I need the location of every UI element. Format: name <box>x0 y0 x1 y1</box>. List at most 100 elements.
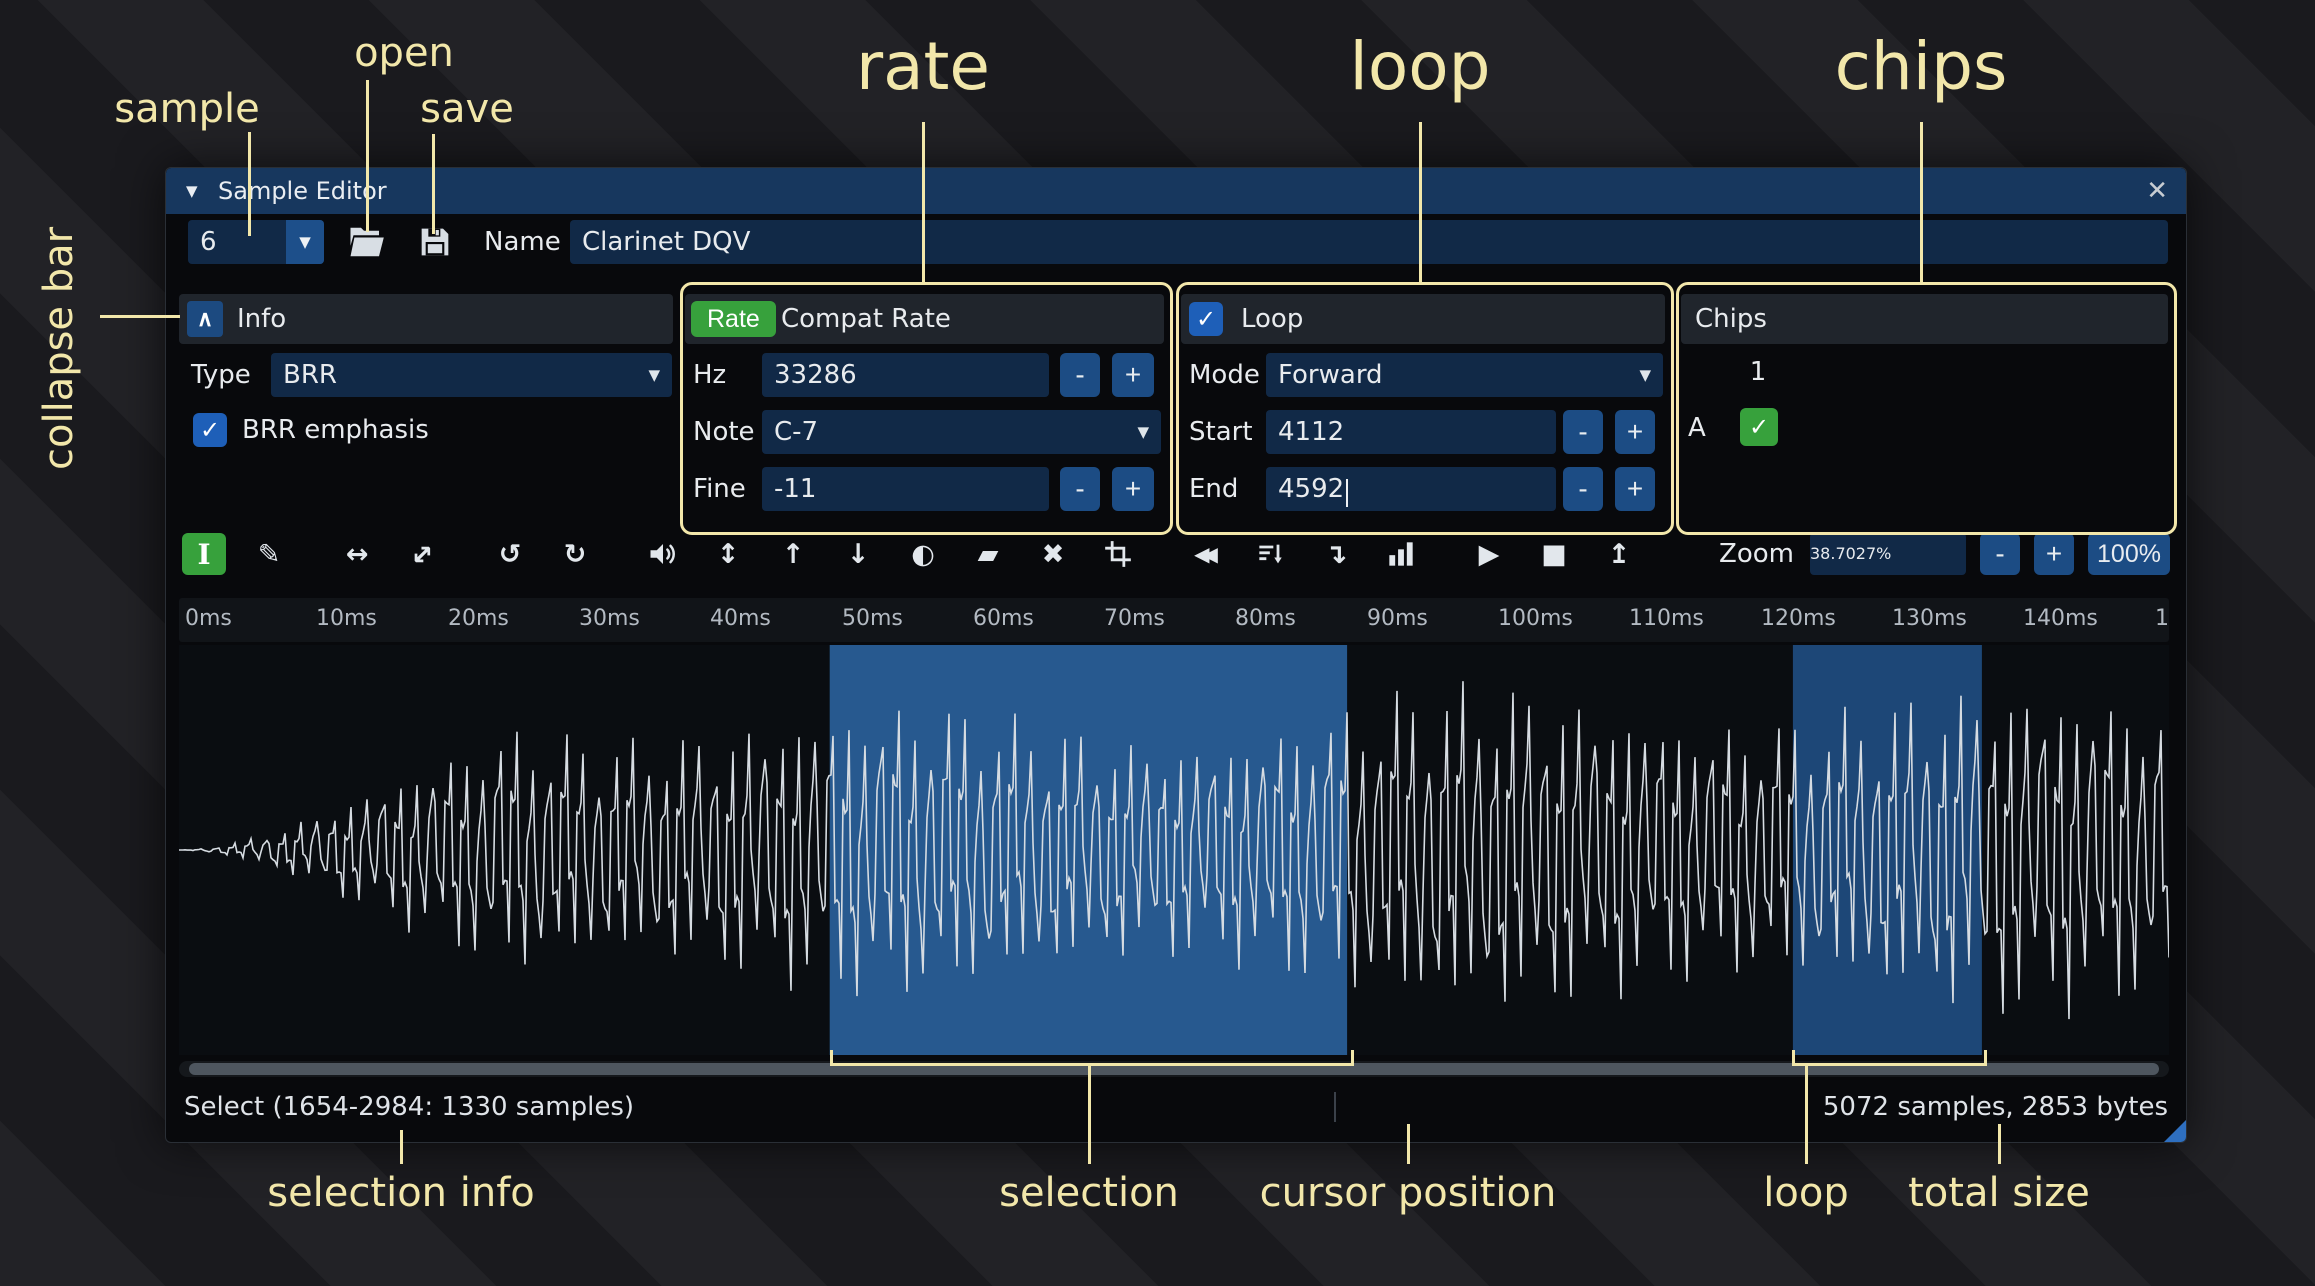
stop-button[interactable]: ■ <box>1532 533 1576 575</box>
play-button[interactable]: ▶ <box>1467 533 1511 575</box>
selection-info-text: Select (1654-2984: 1330 samples) <box>184 1092 635 1122</box>
annotation-sample: sample <box>114 86 260 132</box>
zoom-value: 38.7027% <box>1810 544 1892 563</box>
ruler-tick: 20ms <box>448 606 509 631</box>
normalize-button[interactable]: ↑ <box>771 533 815 575</box>
annotation-open: open <box>354 30 454 76</box>
titlebar[interactable]: ▼ Sample Editor ✕ <box>166 168 2186 214</box>
annotation-bracket-loop <box>1792 1050 1987 1066</box>
annotation-line-rate <box>922 122 925 282</box>
delete-button[interactable]: ✖ <box>1031 533 1075 575</box>
annotation-bracket-selection <box>830 1050 1354 1066</box>
crop-icon <box>1105 541 1131 567</box>
name-input[interactable]: Clarinet DQV <box>570 220 2168 264</box>
annotation-line-open <box>366 80 369 232</box>
timeline-ruler[interactable]: 0ms 10ms 20ms 30ms 40ms 50ms 60ms 70ms 8… <box>179 598 2169 642</box>
amplify-button[interactable]: ↕ <box>706 533 750 575</box>
play-icon: ▶ <box>1478 538 1500 570</box>
annotation-line-selection-info <box>400 1130 403 1164</box>
arrow-turn-down-icon: ↴ <box>1324 538 1348 570</box>
info-panel-header[interactable]: ∧ Info <box>179 294 673 344</box>
speaker-icon <box>650 544 675 564</box>
ruler-tick: 50ms <box>842 606 903 631</box>
diagonal-arrows-icon: ↔ <box>403 535 441 573</box>
selection-region[interactable] <box>829 645 1348 1055</box>
check-icon: ✓ <box>199 416 221 444</box>
ruler-tick: 140ms <box>2023 606 2098 631</box>
silence-button[interactable]: ▰ <box>966 533 1010 575</box>
ibeam-cursor-icon: I <box>197 537 211 571</box>
trim-button[interactable] <box>1096 533 1140 575</box>
export-button[interactable]: ↥ <box>1597 533 1641 575</box>
status-bar: Select (1654-2984: 1330 samples) 5072 sa… <box>166 1083 2186 1131</box>
brr-emphasis-checkbox[interactable]: ✓ <box>193 413 227 447</box>
sample-selector[interactable]: 6 ▼ <box>188 220 324 264</box>
invert-button[interactable]: ◐ <box>901 533 945 575</box>
preview-button[interactable] <box>641 533 685 575</box>
annotation-selection-info: selection info <box>267 1170 535 1216</box>
resize-grip[interactable] <box>2164 1120 2186 1142</box>
annotation-chips: chips <box>1834 28 2008 105</box>
name-label: Name <box>484 227 561 257</box>
type-value: BRR <box>283 360 337 390</box>
close-icon[interactable]: ✕ <box>2146 168 2168 214</box>
brr-emphasis-label: BRR emphasis <box>242 415 429 445</box>
stop-icon: ■ <box>1541 538 1567 570</box>
resize-button[interactable]: ↔ <box>335 533 379 575</box>
arrow-up-icon: ↑ <box>781 538 805 570</box>
ruler-tick: 110ms <box>1629 606 1704 631</box>
half-circle-icon: ◐ <box>911 538 935 570</box>
chevron-down-icon[interactable]: ▼ <box>286 220 324 264</box>
ruler-tick: 60ms <box>973 606 1034 631</box>
sample-selector-value: 6 <box>200 227 217 257</box>
x-mark-icon: ✖ <box>1041 538 1065 570</box>
window-collapse-icon[interactable]: ▼ <box>186 168 198 214</box>
type-dropdown[interactable]: BRR ▼ <box>271 353 672 397</box>
ruler-tick: 40ms <box>710 606 771 631</box>
toolbar: I ✎ ↔ ↔ ↺ ↻ ↕ ↑ ↓ ◐ ▰ ✖ ◀◀ ↴ ▶ ■ ↥ Zoom … <box>182 531 2170 577</box>
sort-button[interactable] <box>1249 533 1293 575</box>
total-size-text: 5072 samples, 2853 bytes <box>1822 1092 2168 1122</box>
waveform-display[interactable] <box>179 645 2170 1055</box>
annotation-line-save <box>432 134 435 234</box>
collapse-button[interactable]: ∧ <box>187 301 223 337</box>
annotation-line-selection <box>1088 1064 1091 1164</box>
draw-tool-button[interactable]: ✎ <box>247 533 291 575</box>
double-left-arrows-icon: ◀◀ <box>1194 542 1218 566</box>
rewind-button[interactable]: ◀◀ <box>1184 533 1228 575</box>
annotation-total-size: total size <box>1908 1170 2090 1216</box>
annotation-box-loop <box>1176 282 1674 535</box>
chevron-down-icon: ▼ <box>648 366 660 384</box>
horizontal-arrows-icon: ↔ <box>345 538 369 570</box>
annotation-line-cursor-position <box>1407 1124 1410 1164</box>
ruler-tick: 90ms <box>1367 606 1428 631</box>
ruler-tick: 10ms <box>316 606 377 631</box>
status-separator <box>1334 1092 1336 1122</box>
ruler-tick: 120ms <box>1761 606 1836 631</box>
eraser-icon: ▰ <box>977 538 999 570</box>
sort-descending-icon <box>1259 544 1282 564</box>
fade-button[interactable]: ↓ <box>836 533 880 575</box>
annotation-cursor-position: cursor position <box>1259 1170 1557 1216</box>
annotation-line-loop <box>1419 122 1422 282</box>
undo-button[interactable]: ↺ <box>488 533 532 575</box>
save-button[interactable] <box>410 220 460 264</box>
insert-button[interactable]: ↴ <box>1314 533 1358 575</box>
redo-button[interactable]: ↻ <box>553 533 597 575</box>
undo-icon: ↺ <box>498 538 522 570</box>
zoom-out-button[interactable]: - <box>1980 533 2020 575</box>
select-tool-button[interactable]: I <box>182 533 226 575</box>
annotation-line-total-size <box>1998 1124 2001 1164</box>
annotation-loop-bottom: loop <box>1763 1170 1849 1216</box>
annotation-line-collapse-bar <box>100 315 180 318</box>
ruler-tick: 0ms <box>185 606 232 631</box>
filter-button[interactable] <box>1379 533 1423 575</box>
annotation-collapse-bar: collapse bar <box>36 226 82 470</box>
resample-button[interactable]: ↔ <box>400 533 444 575</box>
zoom-input[interactable]: 38.7027% <box>1810 533 1966 575</box>
annotation-box-chips <box>1676 282 2177 535</box>
ruler-tick: 100ms <box>1498 606 1573 631</box>
zoom-in-button[interactable]: + <box>2034 533 2074 575</box>
floppy-disk-icon <box>421 228 449 256</box>
zoom-reset-button[interactable]: 100% <box>2088 533 2170 575</box>
